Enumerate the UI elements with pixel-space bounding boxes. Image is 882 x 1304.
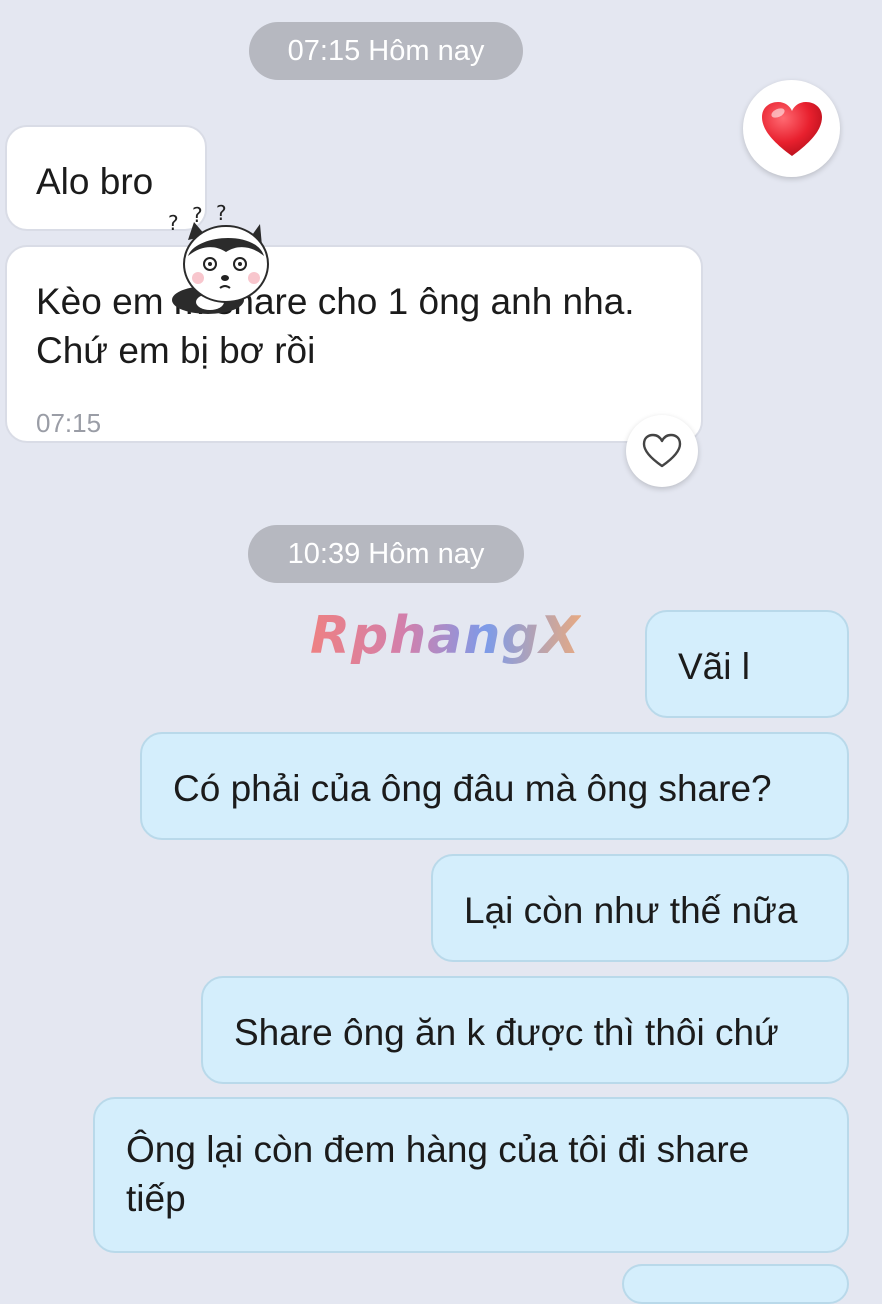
message-text: Vãi l xyxy=(678,646,750,687)
outgoing-message[interactable]: Vãi l xyxy=(645,610,849,718)
outgoing-message[interactable]: Lại còn như thế nữa xyxy=(431,854,849,962)
watermark-text: RphangX xyxy=(310,606,581,666)
date-divider-label: 07:15 Hôm nay xyxy=(287,34,485,67)
message-text: Lại còn như thế nữa xyxy=(464,890,798,931)
react-heart-button[interactable] xyxy=(626,415,698,487)
outgoing-message[interactable]: Ông lại còn đem hàng của tôi đi share ti… xyxy=(93,1097,849,1253)
message-text: Kèo em m share cho 1 ông anh nha. Chứ em… xyxy=(36,281,635,371)
outgoing-message[interactable]: Có phải của ông đâu mà ông share? xyxy=(140,732,849,840)
message-time: 07:15 xyxy=(36,408,102,438)
heart-outline-icon xyxy=(642,433,682,468)
message-text: Ông lại còn đem hàng của tôi đi share ti… xyxy=(126,1129,750,1219)
svg-text:?: ? xyxy=(216,201,227,225)
watermark-logo: RphangX xyxy=(310,606,581,666)
message-text: Có phải của ông đâu mà ông share? xyxy=(173,768,772,809)
reaction-button[interactable] xyxy=(743,80,840,177)
svg-text:?: ? xyxy=(168,211,179,235)
message-text: Share ông ăn k được thì thôi chứ xyxy=(234,1012,779,1053)
incoming-message[interactable]: Kèo em m share cho 1 ông anh nha. Chứ em… xyxy=(5,245,703,443)
date-divider: 10:39 Hôm nay xyxy=(248,525,524,583)
date-divider-label: 10:39 Hôm nay xyxy=(287,537,485,570)
outgoing-message-partial[interactable] xyxy=(622,1264,849,1304)
outgoing-message[interactable]: Share ông ăn k được thì thôi chứ xyxy=(201,976,849,1084)
heart-filled-icon xyxy=(761,101,822,156)
message-text: Alo bro xyxy=(36,161,154,202)
date-divider: 07:15 Hôm nay xyxy=(249,22,523,80)
husky-sticker-icon: ? ? ? xyxy=(160,200,278,318)
